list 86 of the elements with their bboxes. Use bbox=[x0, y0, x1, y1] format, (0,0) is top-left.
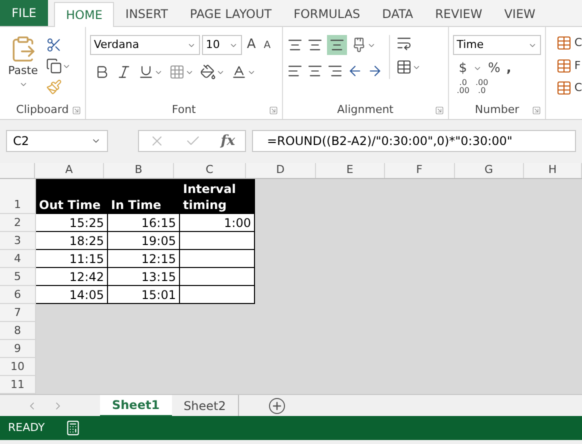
merge-cells-icon[interactable] bbox=[396, 59, 412, 75]
column-header[interactable]: H bbox=[524, 163, 582, 178]
bottom-align-button[interactable] bbox=[326, 35, 347, 55]
decrease-decimal-button[interactable]: .00 .0 bbox=[475, 78, 488, 94]
file-tab[interactable]: FILE bbox=[0, 0, 48, 26]
borders-icon[interactable] bbox=[168, 64, 185, 80]
sheet-tab[interactable]: Sheet1 bbox=[100, 394, 172, 416]
table-cell: 18:25 bbox=[36, 232, 108, 250]
new-sheet-button[interactable] bbox=[268, 398, 285, 414]
row-header[interactable]: 8 bbox=[0, 322, 36, 340]
paste-button[interactable]: Paste bbox=[4, 35, 42, 95]
table-cell: 1:00 bbox=[180, 214, 255, 232]
styles-icon[interactable] bbox=[556, 80, 572, 96]
group-label: Font bbox=[172, 102, 196, 118]
row-header[interactable]: 6 bbox=[0, 286, 36, 304]
column-header[interactable]: D bbox=[246, 163, 316, 178]
header-cell: In Time bbox=[108, 179, 180, 214]
table-cell: 14:05 bbox=[36, 286, 108, 304]
table-cell: 16:15 bbox=[108, 214, 180, 232]
column-header[interactable]: E bbox=[316, 163, 386, 178]
column-header[interactable]: B bbox=[104, 163, 174, 178]
insert-function-button[interactable]: fx bbox=[220, 130, 236, 152]
row-header[interactable]: 7 bbox=[0, 304, 36, 322]
fill-color-icon[interactable] bbox=[200, 64, 216, 80]
ribbon-tab[interactable]: FORMULAS bbox=[282, 1, 372, 26]
row-header[interactable]: 1 bbox=[0, 179, 36, 214]
ribbon-tab[interactable]: INSERT bbox=[114, 1, 179, 26]
group-label: Clipboard bbox=[16, 102, 69, 118]
plus-icon bbox=[270, 400, 283, 412]
align-left-icon[interactable] bbox=[286, 63, 303, 79]
font-size-field[interactable]: 10 bbox=[202, 35, 242, 55]
percent-button[interactable]: % bbox=[488, 59, 500, 78]
align-right-icon[interactable] bbox=[326, 63, 343, 79]
number-format-field[interactable]: Time bbox=[452, 35, 541, 55]
column-header[interactable]: C bbox=[174, 163, 246, 178]
format-painter-icon[interactable] bbox=[46, 79, 62, 95]
style-button[interactable]: C bbox=[574, 80, 582, 96]
styles-icon[interactable] bbox=[556, 58, 572, 74]
styles-icon[interactable] bbox=[556, 35, 572, 52]
header-cell: Interval timing bbox=[180, 179, 255, 214]
ribbon-tab[interactable]: PAGE LAYOUT bbox=[178, 1, 283, 26]
ribbon-tab[interactable]: REVIEW bbox=[424, 1, 494, 26]
table-cell: 19:05 bbox=[108, 232, 180, 250]
wrap-text-icon[interactable] bbox=[396, 35, 412, 51]
column-header[interactable]: F bbox=[385, 163, 455, 178]
table-cell: 15:01 bbox=[108, 286, 180, 304]
table-cell: 12:42 bbox=[36, 268, 108, 286]
table-cell: 13:15 bbox=[108, 268, 180, 286]
increase-decimal-button[interactable]: .0 .00 bbox=[456, 78, 470, 94]
name-box[interactable]: C2 bbox=[6, 130, 108, 152]
table-cell: 12:15 bbox=[108, 250, 180, 268]
group-label: Alignment bbox=[337, 102, 394, 118]
column-header[interactable]: A bbox=[34, 163, 104, 178]
header-cell: Out Time bbox=[36, 179, 108, 214]
currency-button[interactable]: $ bbox=[458, 59, 468, 78]
row-header[interactable]: 11 bbox=[0, 376, 36, 394]
table-cell: 15:25 bbox=[36, 214, 108, 232]
style-button[interactable]: C bbox=[574, 35, 582, 52]
dialog-launcher-icon[interactable] bbox=[72, 106, 81, 115]
ribbon-tab[interactable]: VIEW bbox=[493, 1, 546, 26]
row-header[interactable]: 5 bbox=[0, 268, 36, 286]
shrink-font-button[interactable]: A bbox=[260, 38, 274, 52]
align-center-icon[interactable] bbox=[306, 63, 323, 79]
style-button[interactable]: F bbox=[574, 58, 581, 74]
dialog-launcher-icon[interactable] bbox=[532, 106, 542, 115]
grow-font-button[interactable]: A bbox=[244, 35, 259, 55]
column-header[interactable]: G bbox=[454, 163, 524, 178]
ribbon-tab[interactable]: HOME bbox=[54, 2, 114, 27]
status-text: READY bbox=[8, 420, 45, 436]
dialog-launcher-icon[interactable] bbox=[434, 106, 444, 115]
table-cell: 11:15 bbox=[36, 250, 108, 268]
row-header[interactable]: 9 bbox=[0, 340, 36, 358]
group-label: Number bbox=[474, 102, 520, 118]
copy-icon[interactable] bbox=[46, 58, 62, 74]
font-color-icon[interactable] bbox=[230, 64, 247, 80]
comma-button[interactable]: , bbox=[506, 59, 512, 78]
row-header[interactable]: 3 bbox=[0, 232, 36, 250]
cut-icon[interactable] bbox=[46, 37, 62, 53]
dialog-launcher-icon[interactable] bbox=[268, 106, 278, 115]
ribbon-tab[interactable]: DATA bbox=[371, 1, 424, 26]
row-header[interactable]: 4 bbox=[0, 250, 36, 268]
row-header[interactable]: 2 bbox=[0, 214, 36, 232]
formula-bar[interactable]: =ROUND((B2-A2)/"0:30:00",0)*"0:30:00" bbox=[252, 130, 576, 152]
row-header[interactable]: 10 bbox=[0, 358, 36, 376]
font-name-field[interactable]: Verdana bbox=[90, 35, 200, 55]
underline-icon[interactable] bbox=[138, 64, 154, 80]
